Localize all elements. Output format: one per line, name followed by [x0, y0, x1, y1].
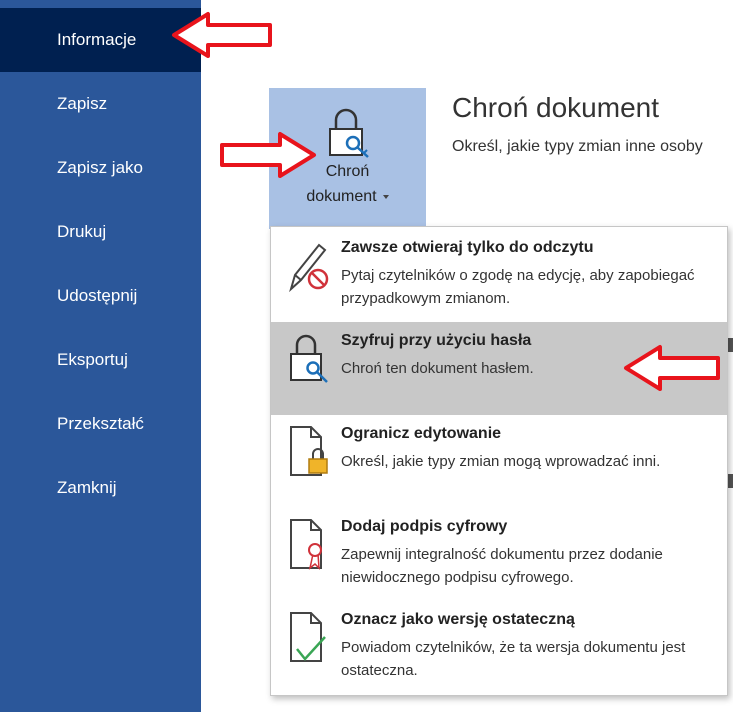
lock-key-icon — [329, 108, 369, 158]
menu-item-title: Dodaj podpis cyfrowy — [341, 518, 508, 535]
pencil-no-icon — [289, 243, 329, 293]
document-check-icon — [290, 612, 326, 662]
annotation-arrow-left-icon — [624, 345, 720, 391]
annotation-arrow-right-icon — [220, 132, 316, 178]
menu-item-mark-final[interactable]: Oznacz jako wersję ostateczną Powiadom c… — [271, 601, 727, 694]
menu-item-description: Pytaj czytelników o zgodę na edycję, aby… — [341, 267, 695, 307]
document-ribbon-icon — [290, 519, 322, 570]
menu-item-description: Powiadom czytelników, że ta wersja dokum… — [341, 639, 686, 679]
annotation-arrow-left-icon — [172, 12, 272, 58]
document-lock-icon — [290, 426, 328, 476]
menu-item-title: Szyfruj przy użyciu hasła — [341, 332, 532, 349]
menu-item-title: Ogranicz edytowanie — [341, 425, 502, 442]
menu-item-title: Zawsze otwieraj tylko do odczytu — [341, 239, 594, 256]
sidebar-item-zapisz[interactable]: Zapisz — [0, 72, 201, 136]
menu-item-digital-signature[interactable]: Dodaj podpis cyfrowy Zapewnij integralno… — [271, 508, 727, 601]
dropdown-caret-icon — [382, 194, 389, 199]
sidebar-item-zamknij[interactable]: Zamknij — [0, 456, 201, 520]
section-description: Określ, jakie typy zmian inne osoby — [452, 138, 703, 155]
protect-label-line2: dokument — [269, 185, 426, 209]
menu-item-restrict-editing[interactable]: Ogranicz edytowanie Określ, jakie typy z… — [271, 415, 727, 508]
sidebar-item-eksportuj[interactable]: Eksportuj — [0, 328, 201, 392]
lock-key-icon — [290, 334, 328, 383]
menu-item-description: Zapewnij integralność dokumentu przez do… — [341, 546, 663, 586]
sidebar-item-drukuj[interactable]: Drukuj — [0, 200, 201, 264]
sidebar-item-udostepnij[interactable]: Udostępnij — [0, 264, 201, 328]
backstage-sidebar: Informacje Zapisz Zapisz jako Drukuj Udo… — [0, 0, 201, 712]
section-title: Chroń dokument — [452, 92, 660, 123]
sidebar-item-przeksztalc[interactable]: Przekształć — [0, 392, 201, 456]
menu-item-read-only[interactable]: Zawsze otwieraj tylko do odczytu Pytaj c… — [271, 229, 727, 322]
menu-item-title: Oznacz jako wersję ostateczną — [341, 611, 575, 628]
protect-document-menu: Zawsze otwieraj tylko do odczytu Pytaj c… — [270, 226, 728, 696]
menu-item-description: Określ, jakie typy zmian mogą wprowadzać… — [341, 453, 661, 470]
sidebar-item-zapisz-jako[interactable]: Zapisz jako — [0, 136, 201, 200]
